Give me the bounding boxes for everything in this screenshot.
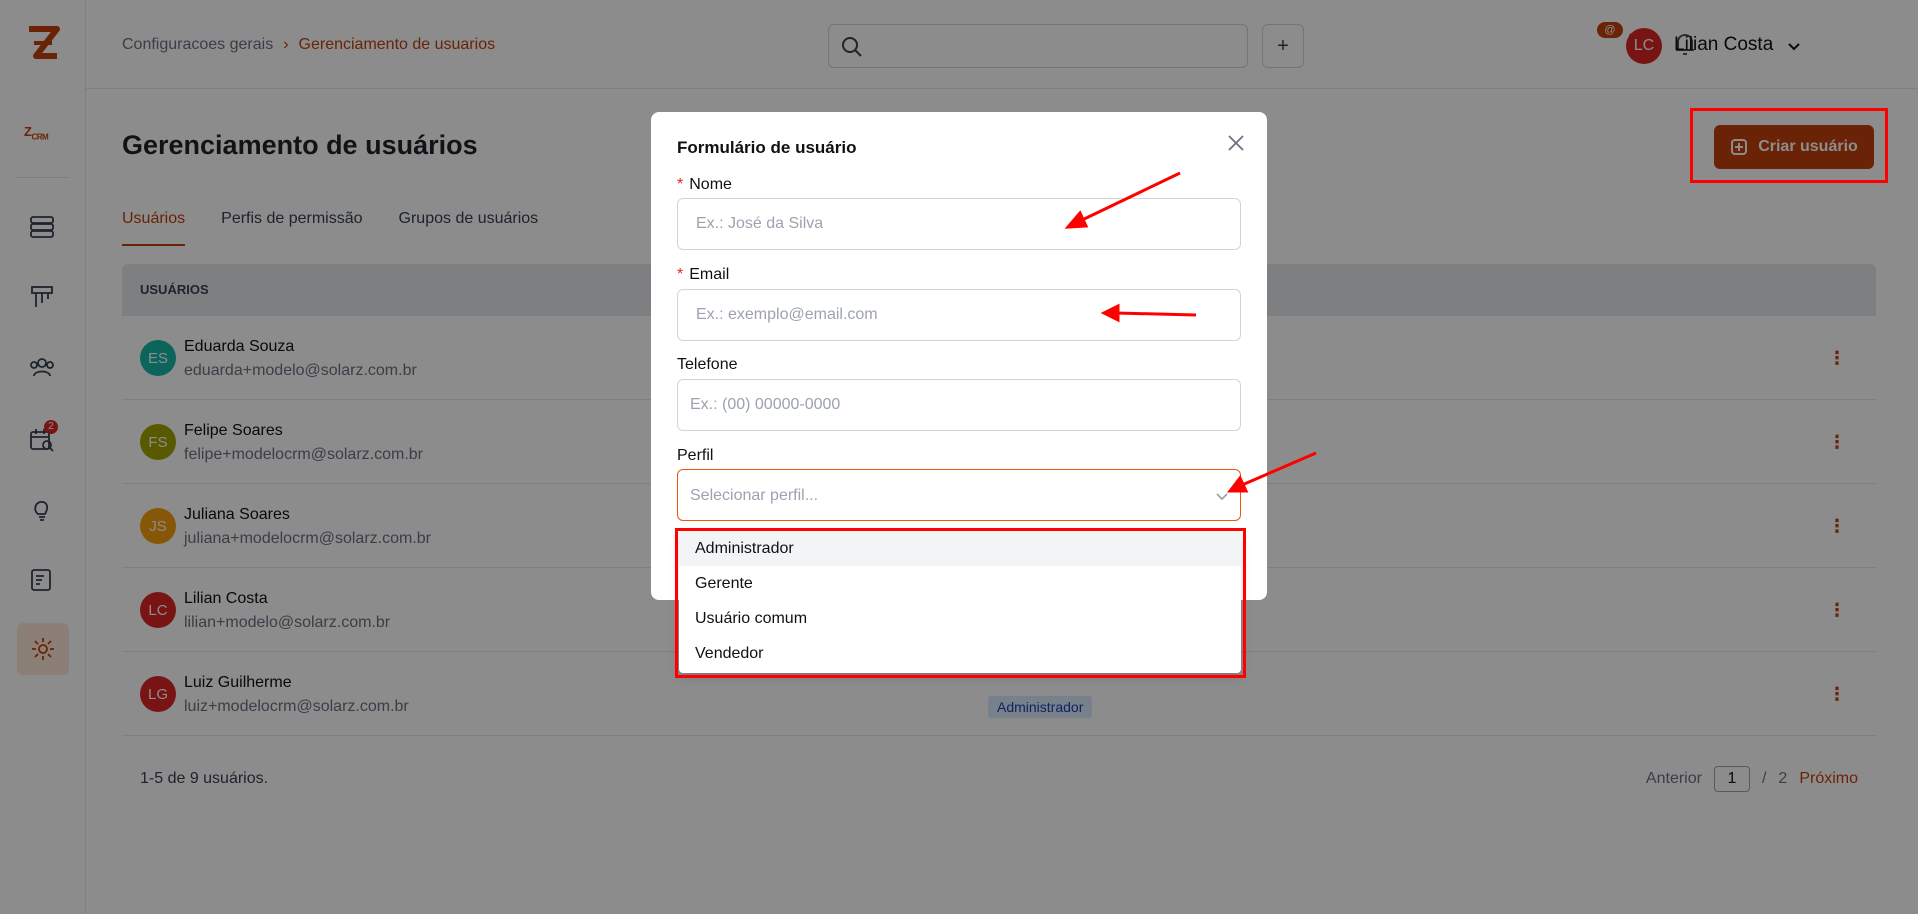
telefone-field[interactable] (677, 379, 1241, 431)
email-field[interactable] (677, 289, 1241, 341)
nome-label: * Nome (677, 176, 732, 193)
nome-field[interactable] (677, 198, 1241, 250)
annotation-highlight-dropdown (675, 528, 1246, 678)
close-icon (1228, 135, 1244, 151)
modal-title: Formulário de usuário (677, 138, 857, 157)
perfil-label: Perfil (677, 447, 714, 464)
perfil-placeholder: Selecionar perfil... (690, 487, 819, 504)
user-form-modal: Formulário de usuário *Nome *Email Telef… (651, 112, 1267, 600)
perfil-select[interactable]: Selecionar perfil... (677, 469, 1241, 521)
chevron-down-icon (1214, 488, 1230, 504)
annotation-highlight-create (1690, 108, 1888, 183)
email-label: * Email (677, 266, 730, 283)
telefone-label: Telefone (677, 356, 738, 373)
close-button[interactable] (1225, 132, 1249, 156)
